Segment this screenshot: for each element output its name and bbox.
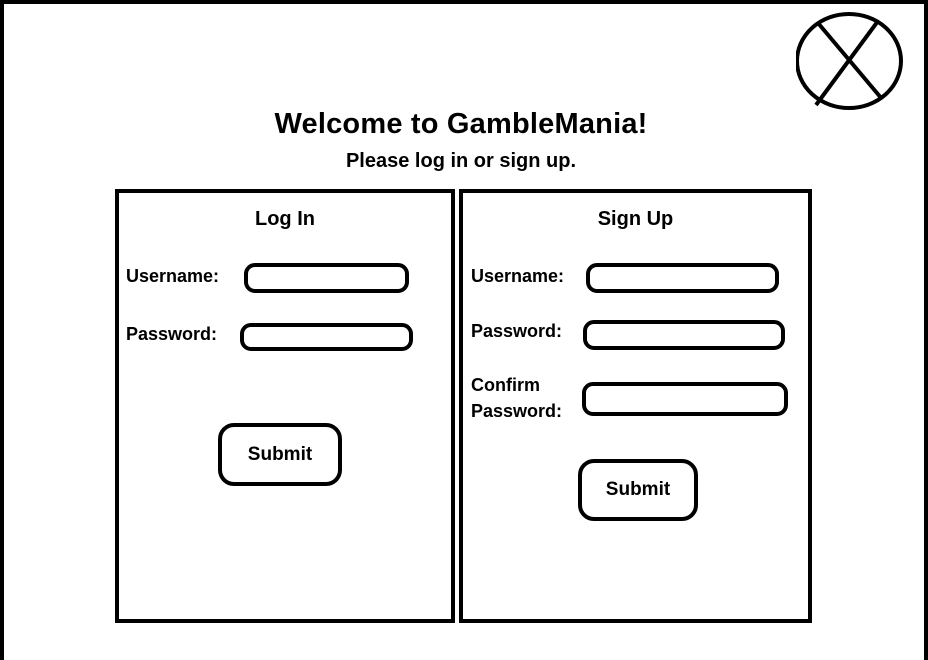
signup-panel: Sign Up Username: Password: Confirm Pass… bbox=[459, 189, 812, 623]
signup-username-label: Username: bbox=[471, 266, 565, 286]
signup-confirm-password-input[interactable] bbox=[582, 382, 788, 416]
login-password-label: Password: bbox=[126, 324, 218, 344]
login-title: Log In bbox=[255, 208, 315, 230]
signup-username-input[interactable] bbox=[586, 263, 779, 293]
signup-password-input[interactable] bbox=[583, 320, 785, 350]
signup-submit-button[interactable]: Submit bbox=[578, 459, 698, 521]
login-panel: Log In Username: Password: Submit bbox=[115, 189, 455, 623]
signup-confirm-label-line2: Password: bbox=[471, 401, 563, 421]
login-username-input[interactable] bbox=[244, 263, 409, 293]
login-submit-button[interactable]: Submit bbox=[218, 423, 342, 486]
signup-confirm-label-line1: Confirm bbox=[471, 375, 540, 395]
signup-confirm-label: Confirm Password: bbox=[471, 372, 562, 424]
close-button[interactable] bbox=[795, 11, 904, 111]
close-icon bbox=[795, 12, 903, 110]
login-username-label: Username: bbox=[126, 266, 220, 286]
signup-title: Sign Up bbox=[597, 208, 674, 230]
page-subtitle: Please log in or sign up. bbox=[345, 150, 577, 172]
login-password-input[interactable] bbox=[240, 323, 413, 351]
signup-password-label: Password: bbox=[471, 321, 563, 341]
page-title: Welcome to GambleMania! bbox=[274, 108, 648, 140]
